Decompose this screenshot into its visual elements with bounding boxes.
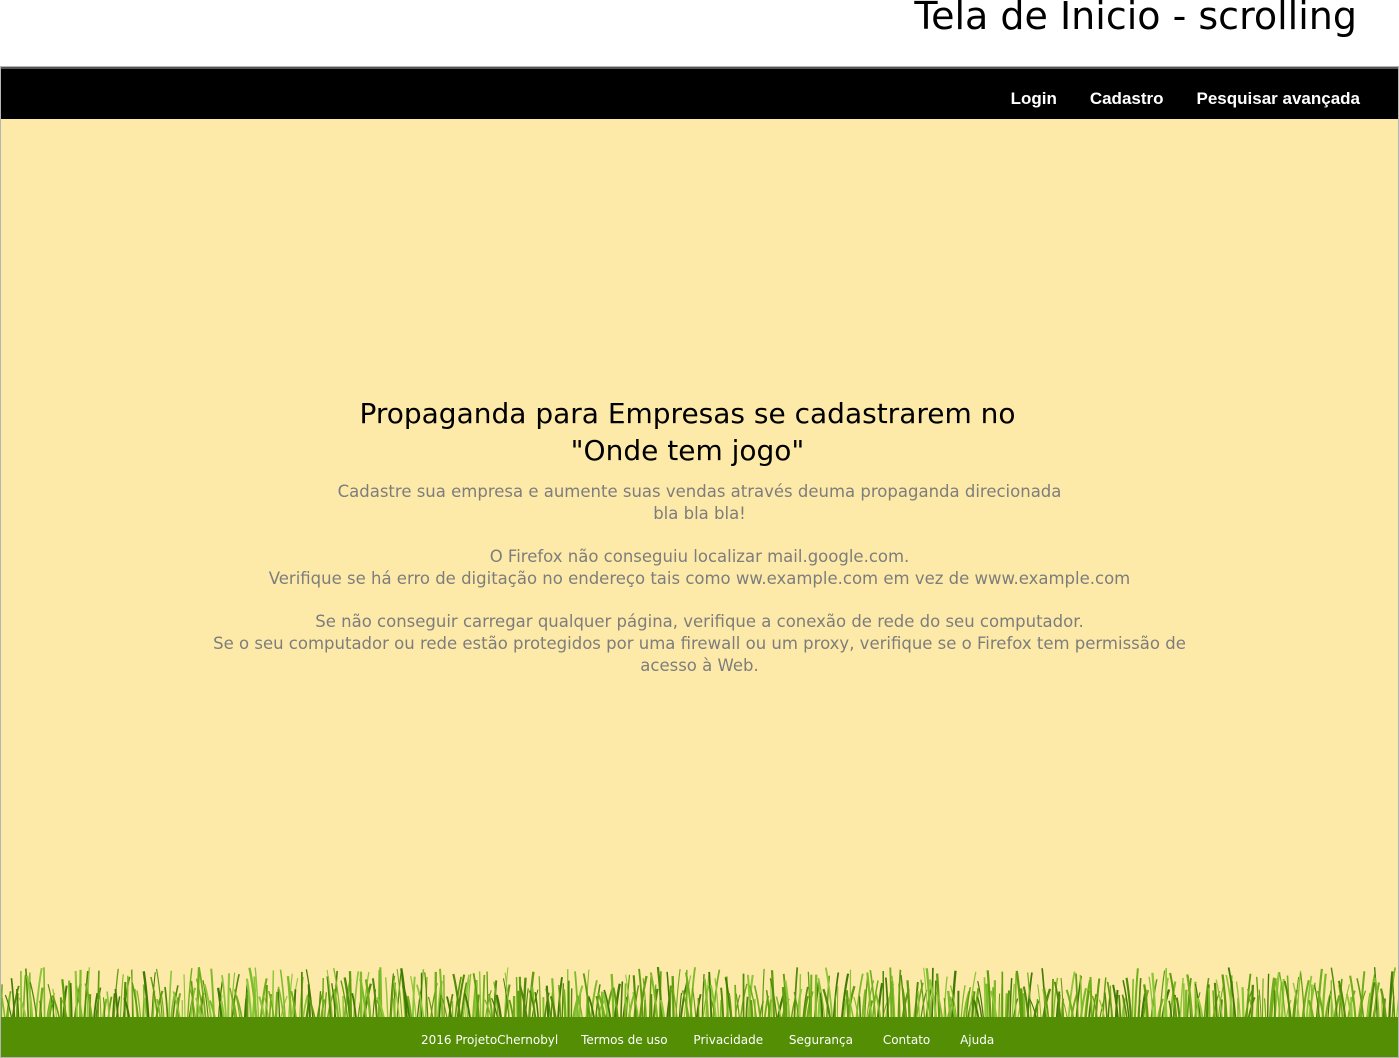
ad-title: Propaganda para Empresas se cadastrarem …	[308, 395, 1068, 469]
ad-title-line-1: Propaganda para Empresas se cadastrarem …	[359, 397, 1016, 430]
footer-privacy-link[interactable]: Privacidade	[693, 1033, 763, 1047]
ad-body-line: O Firefox não conseguiu localizar mail.g…	[489, 547, 910, 567]
ad-title-line-2: "Onde tem jogo"	[570, 434, 805, 467]
footer-copyright: 2016 ProjetoChernobyl	[421, 1033, 559, 1047]
page-title: Tela de Inicio - scrolling	[914, 0, 1357, 38]
advanced-search-link[interactable]: Pesquisar avançada	[1197, 89, 1360, 109]
top-navbar: Login Cadastro Pesquisar avançada	[1, 67, 1398, 119]
ad-content: Propaganda para Empresas se cadastrarem …	[1, 395, 1398, 676]
footer-contact-link[interactable]: Contato	[883, 1033, 930, 1047]
ad-body-line: Se o seu computador ou rede estão proteg…	[213, 633, 1186, 653]
ad-body-line: Verifique se há erro de digitação no end…	[268, 568, 1131, 588]
browser-frame: Login Cadastro Pesquisar avançada Propag…	[0, 66, 1399, 1058]
ad-body-line: Se não conseguir carregar qualquer págin…	[315, 612, 1084, 632]
footer-terms-link[interactable]: Termos de uso	[581, 1033, 668, 1047]
login-link[interactable]: Login	[1011, 89, 1057, 109]
footer: 2016 ProjetoChernobyl Termos de uso Priv…	[1, 1017, 1398, 1057]
footer-help-link[interactable]: Ajuda	[960, 1033, 994, 1047]
nav-links: Login Cadastro Pesquisar avançada	[1011, 89, 1360, 109]
grass-decoration	[1, 967, 1398, 1019]
ad-body-line: Cadastre sua empresa e aumente suas vend…	[337, 482, 1062, 501]
footer-links: 2016 ProjetoChernobyl Termos de uso Priv…	[421, 1033, 1013, 1047]
footer-security-link[interactable]: Segurança	[789, 1033, 853, 1047]
ad-body: Cadastre sua empresa e aumente suas vend…	[1, 481, 1398, 676]
cadastro-link[interactable]: Cadastro	[1090, 89, 1164, 109]
ad-body-line: acesso à Web.	[640, 655, 759, 675]
ad-body-line: bla bla bla!	[653, 503, 746, 523]
